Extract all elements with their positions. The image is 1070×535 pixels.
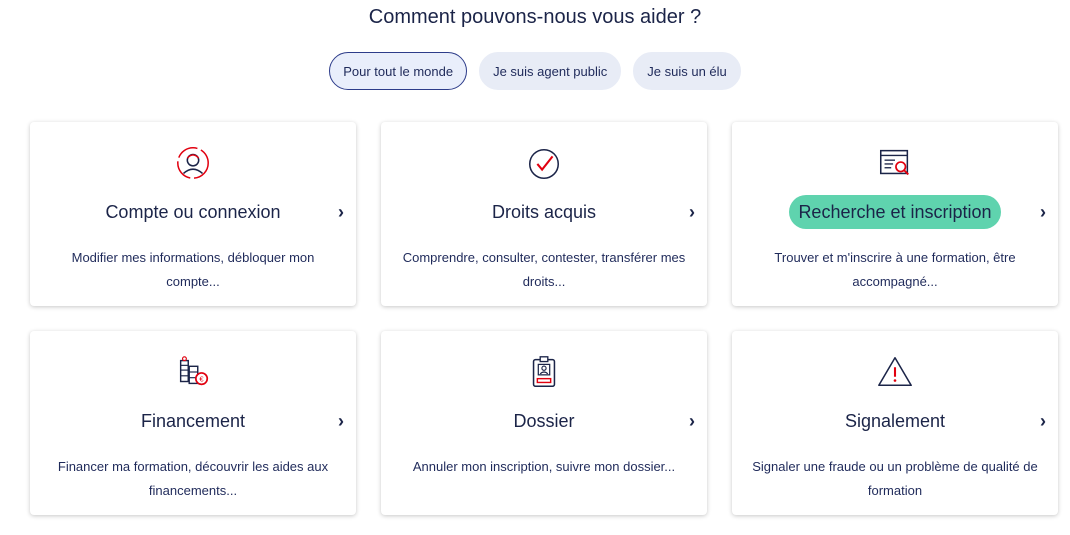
card-recherche-inscription[interactable]: Recherche et inscription › Trouver et m'… (732, 122, 1058, 306)
card-title: Financement (140, 411, 246, 431)
card-title: Dossier (513, 411, 575, 431)
card-description: Trouver et m'inscrire à une formation, ê… (774, 250, 1016, 289)
card-signalement[interactable]: Signalement › Signaler une fraude ou un … (732, 331, 1058, 515)
card-title: Droits acquis (491, 202, 597, 222)
chevron-right-icon: › (338, 411, 344, 431)
card-title: Recherche et inscription (789, 195, 1001, 229)
chevron-right-icon: › (689, 202, 695, 222)
audience-pill-elected[interactable]: Je suis un élu (633, 52, 741, 90)
audience-filter: Pour tout le monde Je suis agent public … (0, 52, 1070, 90)
card-dossier[interactable]: Dossier › Annuler mon inscription, suivr… (381, 331, 707, 515)
chevron-right-icon: › (1040, 411, 1046, 431)
audience-pill-everyone[interactable]: Pour tout le monde (329, 52, 468, 90)
card-compte-connexion[interactable]: Compte ou connexion › Modifier mes infor… (30, 122, 356, 306)
card-description: Annuler mon inscription, suivre mon doss… (412, 459, 676, 474)
page-title: Comment pouvons-nous vous aider ? (368, 6, 702, 28)
check-circle-icon (381, 144, 707, 182)
card-description: Modifier mes informations, débloquer mon… (71, 250, 315, 289)
card-description: Signaler une fraude ou un problème de qu… (752, 459, 1038, 498)
card-description: Comprendre, consulter, contester, transf… (402, 250, 686, 289)
card-droits-acquis[interactable]: Droits acquis › Comprendre, consulter, c… (381, 122, 707, 306)
card-title: Signalement (844, 411, 946, 431)
card-description: Financer ma formation, découvrir les aid… (57, 459, 329, 498)
search-document-icon (732, 144, 1058, 182)
card-title: Compte ou connexion (105, 202, 281, 222)
audience-pill-public-agent[interactable]: Je suis agent public (479, 52, 622, 90)
card-financement[interactable]: € Financement › Financer ma formation, d… (30, 331, 356, 515)
coins-icon: € (30, 353, 356, 391)
warning-triangle-icon (732, 353, 1058, 391)
chevron-right-icon: › (689, 411, 695, 431)
user-account-icon (30, 144, 356, 182)
badge-clipboard-icon (381, 353, 707, 391)
chevron-right-icon: › (338, 202, 344, 222)
chevron-right-icon: › (1040, 202, 1046, 222)
